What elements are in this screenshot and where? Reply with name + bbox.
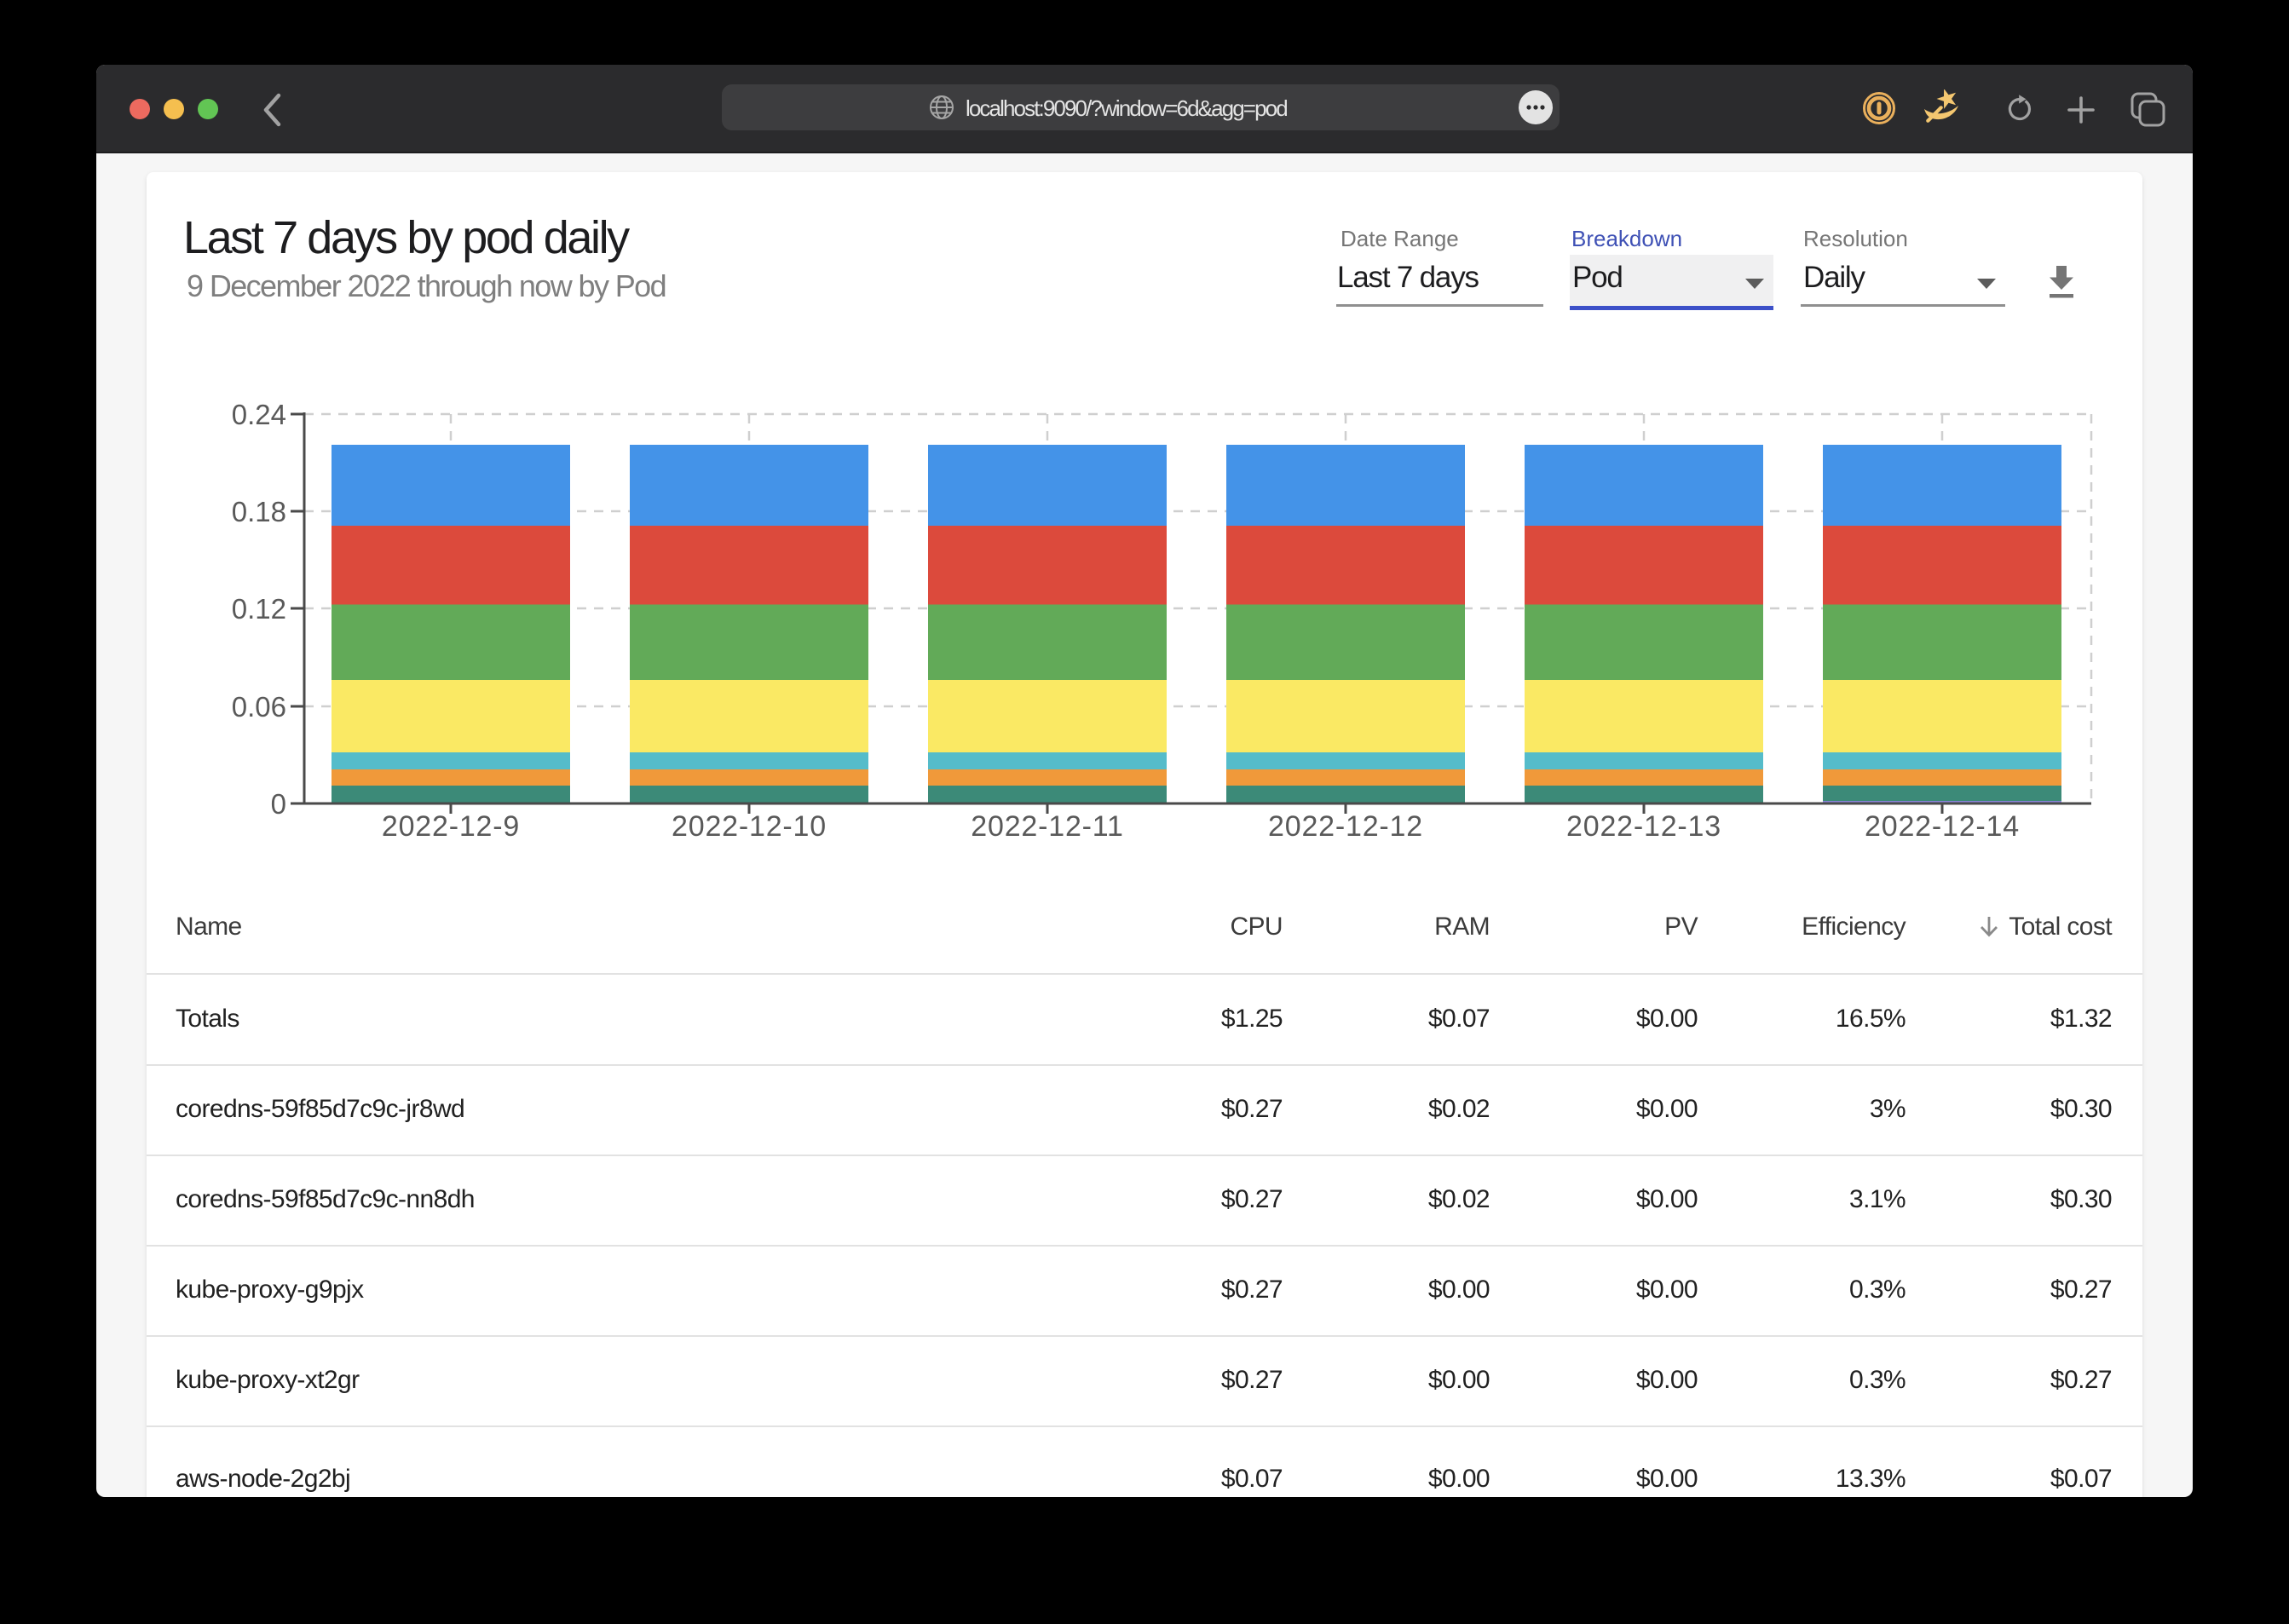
svg-text:0.12: 0.12 [232,593,286,625]
svg-text:2022-12-14: 2022-12-14 [1865,810,2020,843]
svg-text:2022-12-12: 2022-12-12 [1268,810,1423,843]
svg-text:2022-12-13: 2022-12-13 [1566,810,1721,843]
svg-text:2022-12-9: 2022-12-9 [382,810,520,843]
svg-text:0.24: 0.24 [232,399,286,430]
svg-text:0: 0 [271,788,286,820]
svg-text:0.06: 0.06 [232,691,286,723]
svg-text:2022-12-11: 2022-12-11 [971,810,1123,843]
svg-text:2022-12-10: 2022-12-10 [672,810,827,843]
svg-text:0.18: 0.18 [232,496,286,527]
